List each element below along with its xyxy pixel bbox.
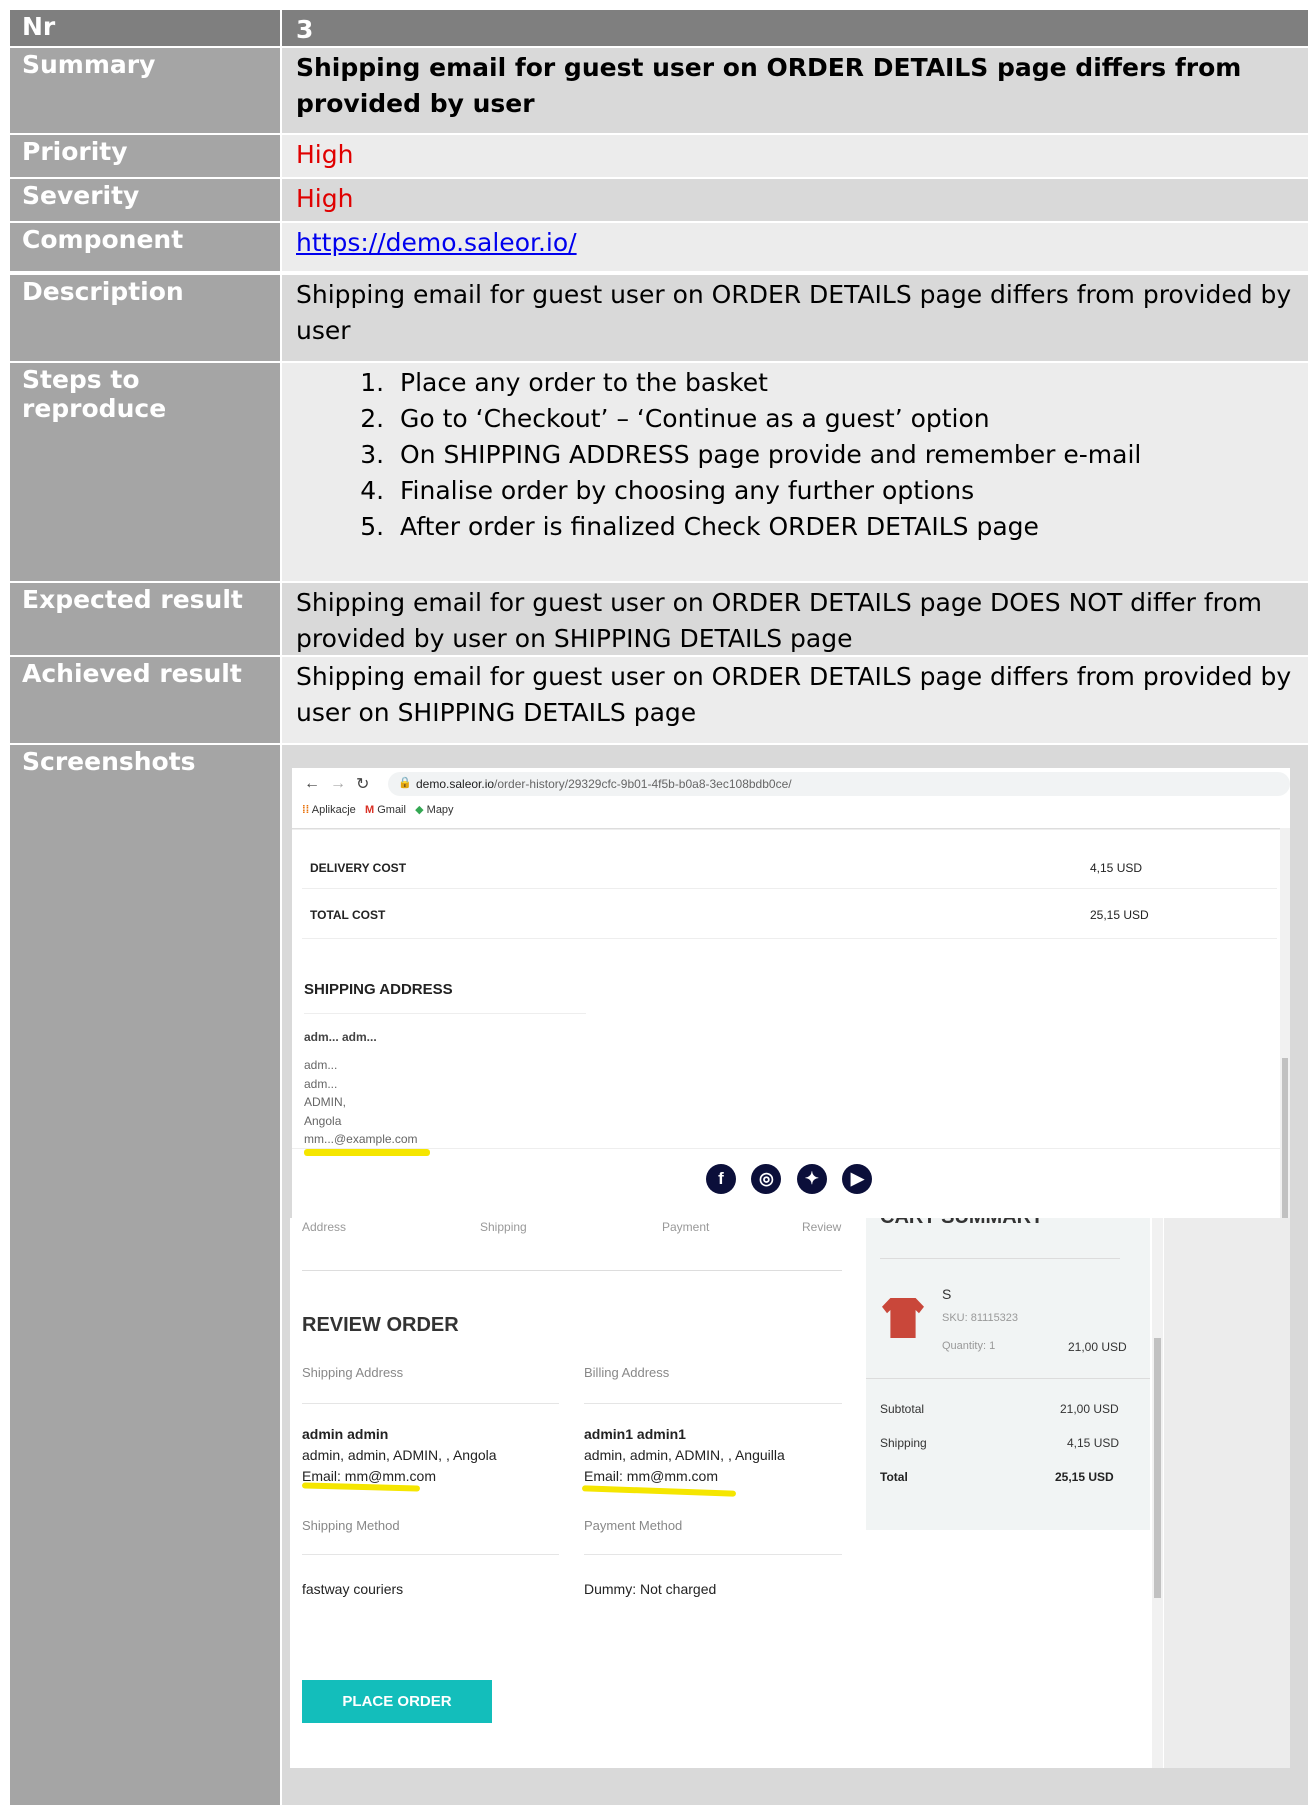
steps-list: Place any order to the basket Go to ‘Che… <box>296 365 1294 545</box>
total-cost-label: TOTAL COST <box>310 908 386 922</box>
shipping-method-value: fastway couriers <box>302 1581 404 1597</box>
shipping-cost-value: 4,15 USD <box>1067 1436 1120 1450</box>
label-description: Description <box>10 275 280 361</box>
maps-icon: ◆ <box>415 804 424 816</box>
screenshot-review-order: Address Shipping Payment Review REVIEW O… <box>290 1218 1290 1768</box>
row-summary: Summary Shipping email for guest user on… <box>10 48 1308 133</box>
screenshot-order-details: ← → ↻ 🔒 demo.saleor.io/order-history/293… <box>292 768 1290 1218</box>
forward-icon[interactable]: → <box>330 775 346 793</box>
billing-address-block: admin1 admin1 admin, admin, ADMIN, , Ang… <box>584 1424 785 1487</box>
row-achieved: Achieved result Shipping email for guest… <box>10 657 1308 743</box>
product-name: S <box>942 1286 952 1302</box>
back-icon[interactable]: ← <box>304 775 320 793</box>
step-item: Finalise order by choosing any further o… <box>392 473 1294 509</box>
apps-icon: ⁞⁞ <box>302 804 310 816</box>
subtotal-value: 21,00 USD <box>1060 1402 1119 1416</box>
lock-icon: 🔒 <box>398 777 412 789</box>
bill-email: Email: mm@mm.com <box>584 1468 718 1484</box>
label-component: Component <box>10 223 280 271</box>
total-cost-value: 25,15 USD <box>1090 908 1149 922</box>
place-order-button[interactable]: PLACE ORDER <box>302 1680 492 1723</box>
value-achieved: Shipping email for guest user on ORDER D… <box>282 657 1308 743</box>
product-image <box>882 1298 924 1338</box>
value-description: Shipping email for guest user on ORDER D… <box>282 275 1308 361</box>
highlight-mark <box>304 1149 430 1156</box>
instagram-icon[interactable]: ◎ <box>751 1164 782 1194</box>
row-expected: Expected result Shipping email for guest… <box>10 583 1308 655</box>
product-price: 21,00 USD <box>1068 1340 1127 1354</box>
component-link[interactable]: https://demo.saleor.io/ <box>296 228 577 257</box>
row-steps: Steps to reproduce Place any order to th… <box>10 363 1308 581</box>
subtotal-label: Subtotal <box>880 1402 925 1416</box>
value-component: https://demo.saleor.io/ <box>282 223 1308 271</box>
label-achieved: Achieved result <box>10 657 280 743</box>
total-label: Total <box>880 1470 908 1484</box>
social-icons: f ◎ ✦ ▶ <box>706 1164 896 1194</box>
twitter-icon[interactable]: ✦ <box>796 1164 827 1194</box>
shipping-address-label: Shipping Address <box>302 1365 404 1380</box>
shipping-address-title: SHIPPING ADDRESS <box>304 981 453 998</box>
address-lines: adm... adm... ADMIN, Angola mm...@exampl… <box>304 1056 418 1149</box>
review-order-title: REVIEW ORDER <box>302 1314 459 1336</box>
payment-method-value: Dummy: Not charged <box>584 1581 717 1597</box>
highlight-mark <box>581 1485 737 1497</box>
row-severity: Severity High <box>10 179 1308 221</box>
address-email: mm...@example.com <box>304 1132 418 1146</box>
payment-method-label: Payment Method <box>584 1518 683 1533</box>
shipping-method-label: Shipping Method <box>302 1518 400 1533</box>
label-screenshots: Screenshots <box>10 745 280 1805</box>
shipping-address-block: admin admin admin, admin, ADMIN, , Angol… <box>302 1424 497 1487</box>
row-nr: Nr 3 <box>10 10 1308 46</box>
bookmark-gmail[interactable]: Gmail <box>377 804 406 816</box>
value-priority: High <box>282 135 1308 177</box>
product-quantity: Quantity: 1 <box>942 1340 996 1352</box>
label-severity: Severity <box>10 179 280 221</box>
label-steps: Steps to reproduce <box>10 363 280 581</box>
value-nr: 3 <box>282 10 1308 46</box>
delivery-cost-value: 4,15 USD <box>1090 861 1143 875</box>
reload-icon[interactable]: ↻ <box>356 774 369 794</box>
url-text: demo.saleor.io/order-history/29329cfc-9b… <box>416 777 792 791</box>
label-nr: Nr <box>10 10 280 46</box>
value-summary: Shipping email for guest user on ORDER D… <box>282 48 1308 133</box>
row-description: Description Shipping email for guest use… <box>10 275 1308 361</box>
product-sku: SKU: 81115323 <box>942 1312 1019 1324</box>
label-expected: Expected result <box>10 583 280 655</box>
youtube-icon[interactable]: ▶ <box>842 1164 873 1194</box>
step-item: After order is finalized Check ORDER DET… <box>392 509 1294 545</box>
address-name: adm... adm... <box>304 1030 377 1044</box>
step-item: Go to ‘Checkout’ – ‘Continue as a guest’… <box>392 401 1294 437</box>
label-priority: Priority <box>10 135 280 177</box>
row-component: Component https://demo.saleor.io/ <box>10 223 1308 271</box>
total-value: 25,15 USD <box>1055 1470 1114 1484</box>
label-summary: Summary <box>10 48 280 133</box>
step-item: Place any order to the basket <box>392 365 1294 401</box>
value-expected: Shipping email for guest user on ORDER D… <box>282 583 1308 655</box>
cart-summary-title: CART SUMMARY <box>880 1218 1044 1229</box>
bookmark-mapy[interactable]: Mapy <box>427 804 454 816</box>
address-bar[interactable]: 🔒 demo.saleor.io/order-history/29329cfc-… <box>388 772 1290 796</box>
step-item: On SHIPPING ADDRESS page provide and rem… <box>392 437 1294 473</box>
value-steps: Place any order to the basket Go to ‘Che… <box>282 363 1308 581</box>
bill-line: admin, admin, ADMIN, , Anguilla <box>584 1447 785 1463</box>
browser-chrome: ← → ↻ 🔒 demo.saleor.io/order-history/293… <box>292 768 1290 829</box>
bookmarks-bar: ⁞⁞ Aplikacje M Gmail ◆ Mapy <box>302 803 454 816</box>
cart-summary-panel: CART SUMMARY S SKU: 81115323 Quantity: 1… <box>866 1218 1150 1530</box>
scrollbar[interactable] <box>1280 828 1290 1218</box>
gmail-icon: M <box>364 804 375 816</box>
ship-name: admin admin <box>302 1426 389 1442</box>
bill-name: admin1 admin1 <box>584 1426 686 1442</box>
bookmark-aplikacje[interactable]: Aplikacje <box>312 804 356 816</box>
scrollbar[interactable] <box>1152 1218 1163 1768</box>
value-severity: High <box>282 179 1308 221</box>
delivery-cost-label: DELIVERY COST <box>310 861 407 875</box>
shipping-cost-label: Shipping <box>880 1436 927 1450</box>
billing-address-label: Billing Address <box>584 1365 670 1380</box>
row-priority: Priority High <box>10 135 1308 177</box>
ship-line: admin, admin, ADMIN, , Angola <box>302 1447 497 1463</box>
facebook-icon[interactable]: f <box>706 1164 736 1194</box>
